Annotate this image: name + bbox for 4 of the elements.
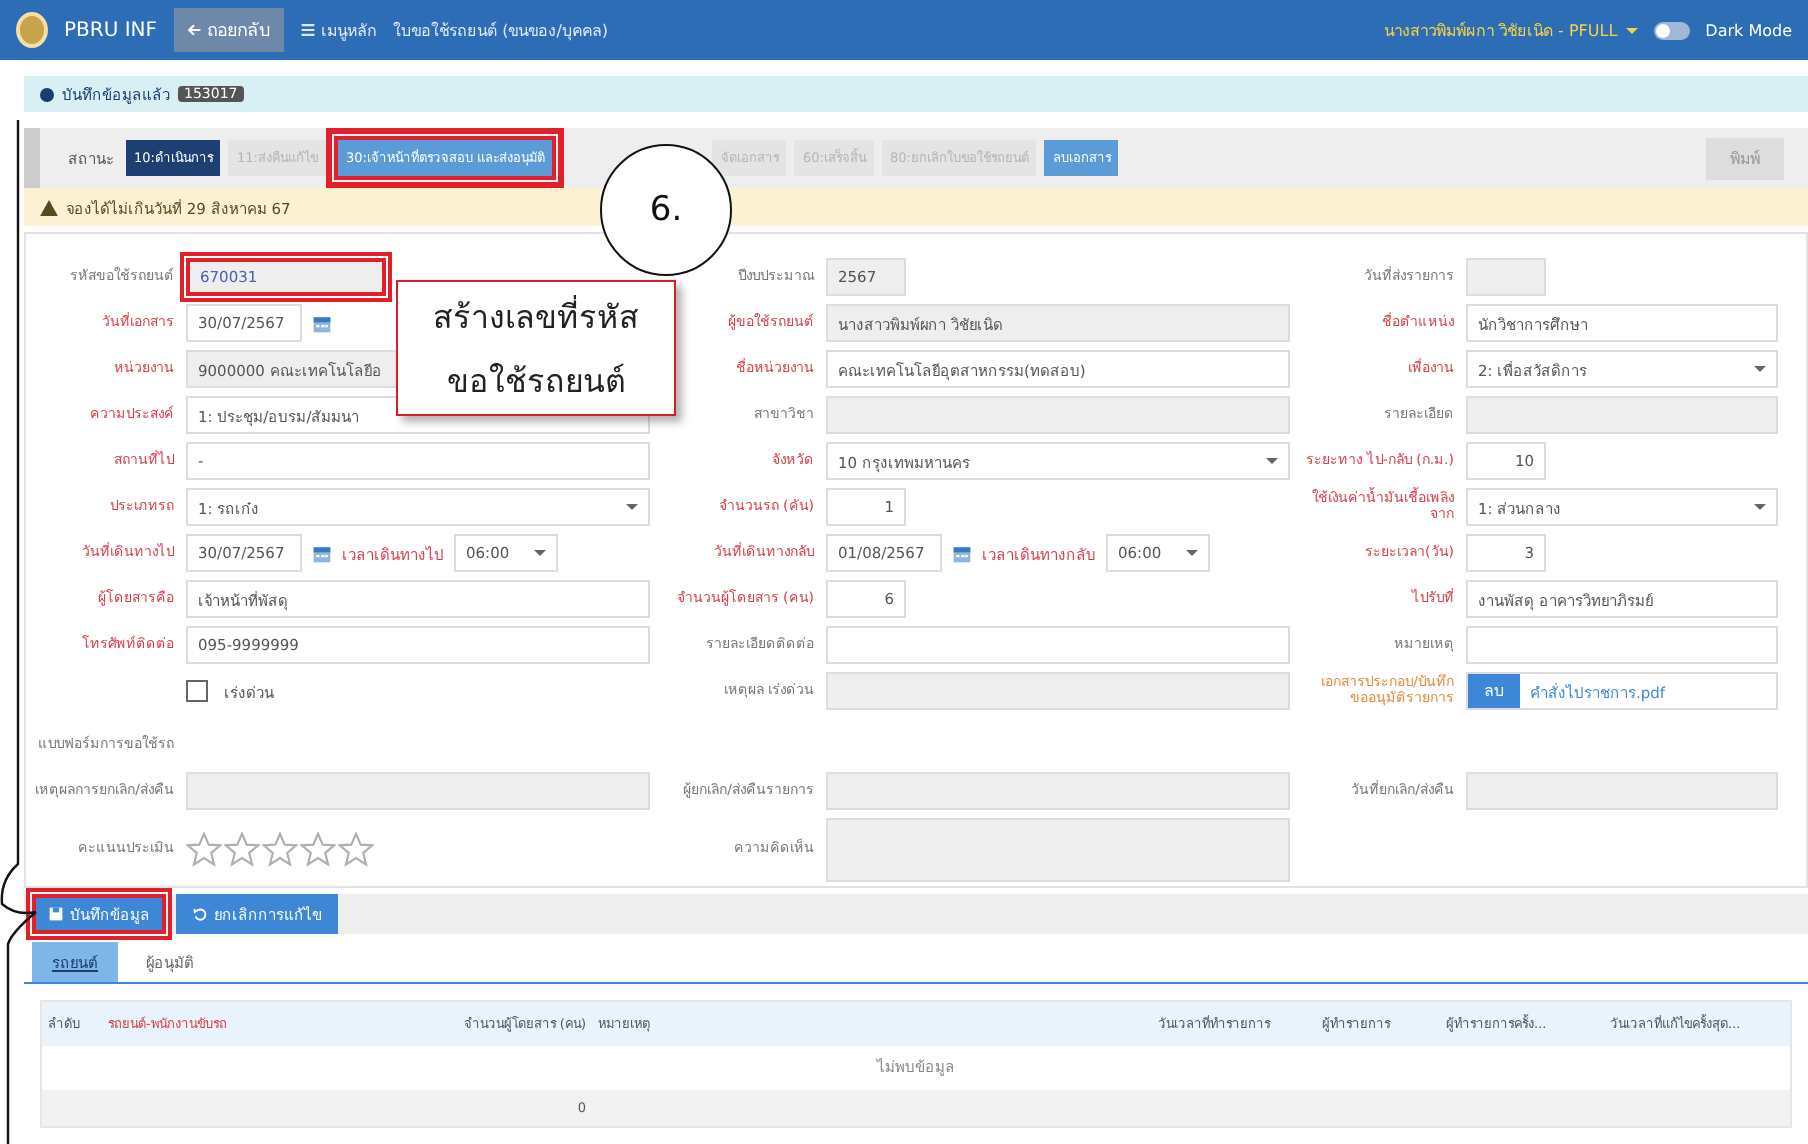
callout-tooltip: สร้างเลขที่รหัส ขอใช้รถยนต์ [396, 280, 676, 416]
page-title: ใบขอใช้รถยนต์ (ขนของ/บุคคล) [393, 19, 609, 43]
dark-mode-label: Dark Mode [1705, 21, 1792, 39]
app-name: PBRU INF [64, 19, 158, 41]
